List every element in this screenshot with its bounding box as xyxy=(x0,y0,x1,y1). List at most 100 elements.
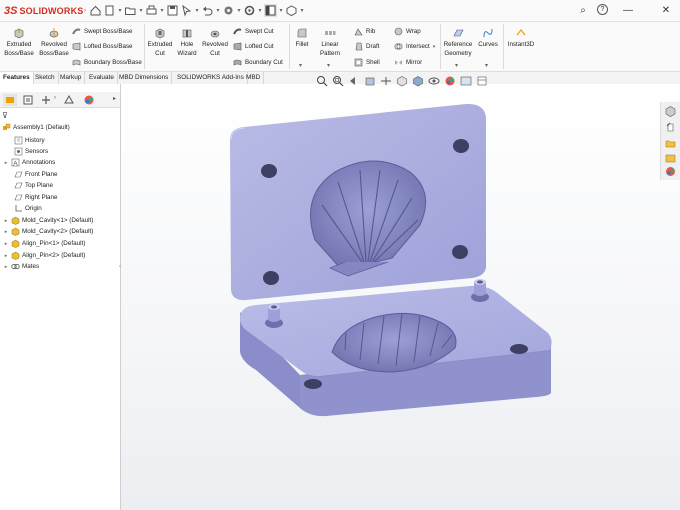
design-library-icon[interactable] xyxy=(664,121,677,134)
undo-dropdown-icon[interactable]: ▾ xyxy=(215,7,221,14)
reference-geometry-button[interactable]: Reference Geometry xyxy=(442,27,474,58)
fillet-button[interactable]: Fillet xyxy=(292,27,312,50)
shell-button[interactable]: Shell xyxy=(354,58,380,67)
instant3d-button[interactable]: Instant3D xyxy=(505,27,537,50)
zoom-to-fit-icon[interactable] xyxy=(315,75,329,87)
tab-mbd[interactable]: MBD xyxy=(243,72,265,84)
extruded-boss-button[interactable]: Extruded Boss/Base xyxy=(4,27,34,58)
save-icon[interactable] xyxy=(166,4,179,17)
tree-item-origin[interactable]: Origin xyxy=(14,203,42,214)
solidworks-resources-icon[interactable] xyxy=(664,105,677,118)
help-icon[interactable]: ? xyxy=(597,4,608,15)
print-dropdown-icon[interactable]: ▾ xyxy=(159,7,165,14)
boundary-boss-button[interactable]: Boundary Boss/Base xyxy=(72,58,142,67)
cube-dropdown-icon[interactable]: ▾ xyxy=(299,7,305,14)
undo-icon[interactable] xyxy=(201,4,214,17)
options-dropdown-icon[interactable]: ▾ xyxy=(257,7,263,14)
apply-scene-icon[interactable] xyxy=(459,75,473,87)
section-view-icon[interactable] xyxy=(363,75,377,87)
graphics-area[interactable] xyxy=(121,84,680,510)
tree-item-front-plane[interactable]: Front Plane xyxy=(14,169,58,180)
tree-item-mold-cavity-1[interactable]: ▸ Mold_Cavity<1> (Default) xyxy=(3,215,93,226)
featuremanager-tab-icon[interactable] xyxy=(3,94,17,106)
tab-features[interactable]: Features xyxy=(0,72,34,84)
home-icon[interactable] xyxy=(89,4,102,17)
tree-item-align-pin-2[interactable]: ▸ Align_Pin<2> (Default) xyxy=(3,250,85,261)
expand-arrow-icon[interactable]: ▸ xyxy=(3,218,9,224)
tree-item-mold-cavity-2[interactable]: ▸ Mold_Cavity<2> (Default) xyxy=(3,226,93,237)
view-palette-icon[interactable] xyxy=(664,152,677,165)
expand-arrow-icon[interactable]: ▸ xyxy=(3,264,9,270)
new-dropdown-icon[interactable]: ▾ xyxy=(117,7,123,14)
dynamic-annotation-icon[interactable] xyxy=(379,75,393,87)
tree-root[interactable]: Assembly1 (Default) xyxy=(2,122,70,133)
solidworks-logo[interactable]: 3S SOLIDWORKS xyxy=(4,4,83,18)
mold-assembly-model[interactable] xyxy=(121,84,680,510)
appearances-icon[interactable] xyxy=(664,165,677,178)
hide-show-items-icon[interactable] xyxy=(427,75,441,87)
open-dropdown-icon[interactable]: ▾ xyxy=(138,7,144,14)
zoom-to-area-icon[interactable] xyxy=(331,75,345,87)
new-document-icon[interactable] xyxy=(103,4,116,17)
configurationmanager-tab-icon[interactable] xyxy=(39,94,53,106)
tree-item-annotations[interactable]: ▸ A Annotations xyxy=(3,157,55,168)
tab-overflow-icon[interactable]: ▸ xyxy=(113,95,116,102)
minimize-button[interactable]: — xyxy=(621,4,635,17)
lofted-cut-button[interactable]: Lofted Cut xyxy=(233,42,274,51)
rebuild-icon[interactable] xyxy=(222,4,235,17)
fillet-dropdown-icon[interactable]: ▾ xyxy=(299,62,302,69)
tree-item-top-plane[interactable]: Top Plane xyxy=(14,180,53,191)
panel-toggle-icon[interactable] xyxy=(264,4,277,17)
intersect-dropdown-icon[interactable]: ▾ xyxy=(433,44,436,50)
dimxpert-tab-icon[interactable] xyxy=(62,94,76,106)
display-style-icon[interactable] xyxy=(411,75,425,87)
tab-scroll-right-icon[interactable]: › xyxy=(54,95,56,101)
pattern-dropdown-icon[interactable]: ▾ xyxy=(327,62,330,69)
wrap-button[interactable]: Wrap xyxy=(394,27,421,36)
expand-arrow-icon[interactable]: ▸ xyxy=(3,160,9,166)
tab-solidworks-add-ins[interactable]: SOLIDWORKS Add-Ins xyxy=(174,72,248,84)
propertymanager-tab-icon[interactable] xyxy=(21,94,35,106)
intersect-button[interactable]: Intersect ▾ xyxy=(394,42,435,51)
tab-mbd-dimensions[interactable]: MBD Dimensions xyxy=(116,72,173,84)
filter-icon[interactable]: ⊽ xyxy=(2,111,8,120)
file-explorer-icon[interactable] xyxy=(664,137,677,150)
mirror-button[interactable]: Mirror xyxy=(394,58,422,67)
curves-button[interactable]: Curves xyxy=(476,27,500,50)
swept-boss-button[interactable]: Swept Boss/Base xyxy=(72,27,133,36)
tree-item-align-pin-1[interactable]: ▸ Align_Pin<1> (Default) xyxy=(3,238,85,249)
extruded-cut-button[interactable]: Extruded Cut xyxy=(146,27,174,58)
draft-button[interactable]: Draft xyxy=(354,42,379,51)
select-arrow-icon[interactable] xyxy=(180,4,193,17)
curves-dropdown-icon[interactable]: ▾ xyxy=(485,62,488,69)
view-orientation-icon[interactable] xyxy=(395,75,409,87)
view-settings-icon[interactable] xyxy=(475,75,489,87)
reference-dropdown-icon[interactable]: ▾ xyxy=(455,62,458,69)
rib-button[interactable]: Rib xyxy=(354,27,375,36)
swept-cut-button[interactable]: Swept Cut xyxy=(233,27,274,36)
hole-wizard-button[interactable]: Hole Wizard xyxy=(174,27,200,58)
mold-cavity-1-lid[interactable] xyxy=(230,103,486,301)
expand-arrow-icon[interactable]: ▸ xyxy=(3,241,9,247)
rebuild-dropdown-icon[interactable]: ▾ xyxy=(236,7,242,14)
tree-item-sensors[interactable]: Sensors xyxy=(14,146,48,157)
boundary-cut-button[interactable]: Boundary Cut xyxy=(233,58,283,67)
mold-cavity-2-base[interactable] xyxy=(239,279,552,417)
menu-expand-icon[interactable]: › xyxy=(82,8,88,14)
close-button[interactable]: ✕ xyxy=(659,4,673,17)
tree-item-right-plane[interactable]: Right Plane xyxy=(14,192,58,203)
tree-item-mates[interactable]: ▸ Mates xyxy=(3,261,39,272)
cube-view-icon[interactable] xyxy=(285,4,298,17)
revolved-cut-button[interactable]: Revolved Cut xyxy=(200,27,230,58)
panel-dropdown-icon[interactable]: ▾ xyxy=(278,7,284,14)
print-icon[interactable] xyxy=(145,4,158,17)
options-gear-icon[interactable] xyxy=(243,4,256,17)
lofted-boss-button[interactable]: Lofted Boss/Base xyxy=(72,42,133,51)
linear-pattern-button[interactable]: Linear Pattern xyxy=(316,27,344,58)
select-dropdown-icon[interactable]: ▾ xyxy=(194,7,200,14)
revolved-boss-button[interactable]: Revolved Boss/Base xyxy=(38,27,70,58)
tab-sketch[interactable]: Sketch xyxy=(32,72,59,84)
expand-arrow-icon[interactable]: ▸ xyxy=(3,229,9,235)
tab-markup[interactable]: Markup xyxy=(57,72,86,84)
edit-appearance-icon[interactable] xyxy=(443,75,457,87)
